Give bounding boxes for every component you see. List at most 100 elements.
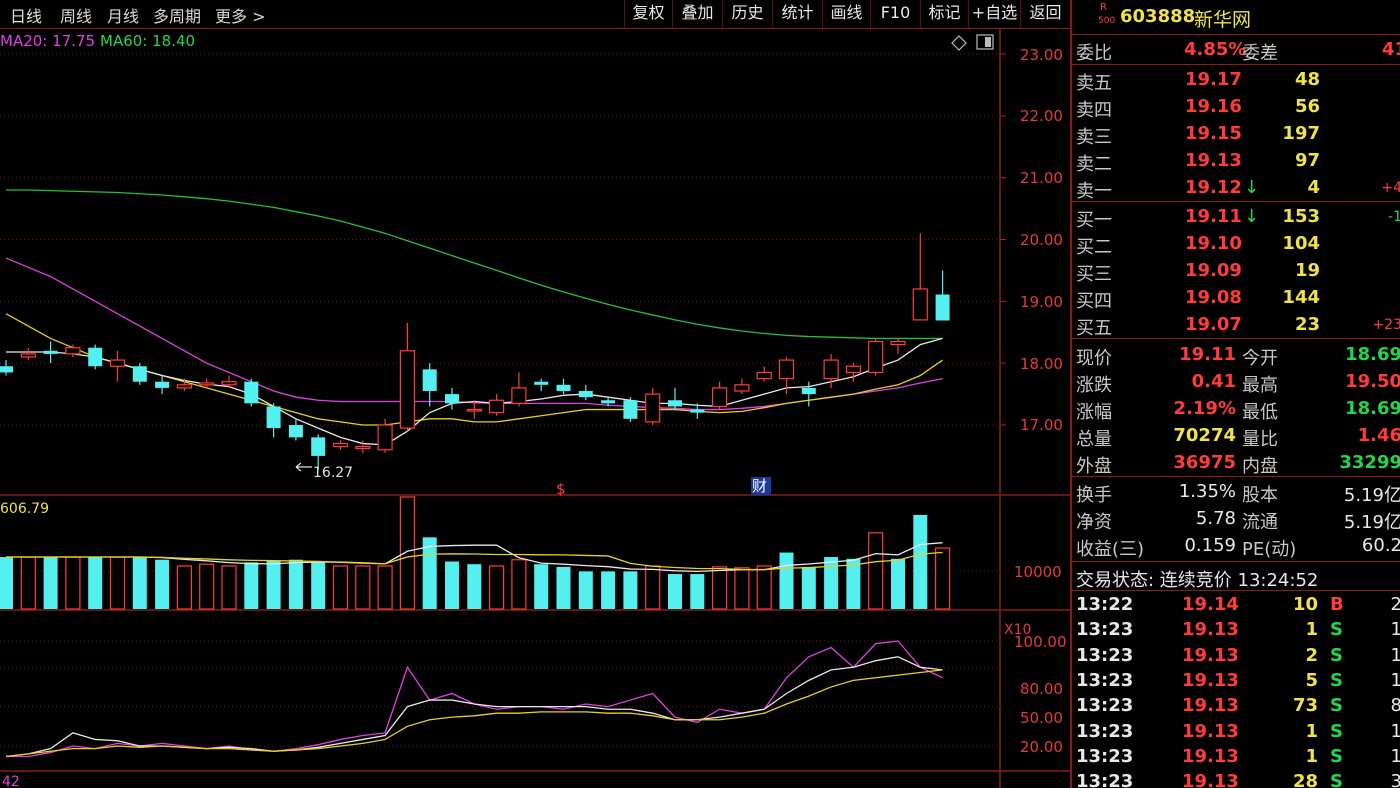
- candles: [0, 233, 950, 471]
- draw-button[interactable]: 画线: [822, 0, 870, 28]
- add-watchlist-button[interactable]: +自选: [968, 0, 1020, 28]
- level-price: 19.13: [1185, 150, 1242, 171]
- stat-value: 18.69: [1345, 344, 1400, 365]
- bid-level-row: 买二 19.10 104: [1072, 231, 1400, 258]
- volume-bar: [801, 566, 816, 609]
- volume-bar: [578, 571, 593, 609]
- tick-volume: 28: [1292, 771, 1318, 788]
- tick-price: 19.13: [1182, 619, 1239, 641]
- volume-bar: [399, 496, 415, 610]
- back-button[interactable]: 返回: [1020, 0, 1070, 28]
- dividend-event-marker[interactable]: $: [556, 480, 566, 498]
- tab-weekly[interactable]: 周线: [60, 3, 92, 27]
- f10-button[interactable]: F10: [870, 0, 920, 28]
- quote-panel: R 500 603888 新华网 委比 4.85% 委差 41 卖五19.174…: [1070, 0, 1400, 788]
- level-label: 卖五: [1076, 73, 1112, 94]
- tick-side: S: [1330, 745, 1343, 767]
- candle-body: [332, 442, 349, 448]
- candle: [868, 338, 884, 376]
- volume-bar: [668, 574, 682, 609]
- stat-label: 现价: [1076, 348, 1112, 369]
- diamond-icon[interactable]: [951, 35, 967, 51]
- candle-body: [890, 340, 906, 346]
- candle: [578, 384, 593, 401]
- candle-body: [155, 381, 170, 388]
- period-toolbar: 日线 周线 月线 多周期 更多 > 复权 叠加 历史 统计 画线 F10 标记 …: [0, 0, 1070, 29]
- candle-body: [445, 394, 459, 404]
- tab-more[interactable]: 更多 >: [215, 3, 266, 27]
- level-price: 19.10: [1185, 233, 1242, 254]
- volume-bar: [711, 566, 728, 610]
- volume-bar: [199, 563, 215, 610]
- level-volume: 153: [1282, 206, 1320, 227]
- volume-bar: [109, 556, 126, 610]
- tick-price: 19.13: [1182, 644, 1239, 666]
- tick-side: B: [1330, 594, 1344, 615]
- stock-header: R 500 603888 新华网: [1072, 2, 1400, 32]
- level-change: +23: [1372, 317, 1400, 333]
- volume-bar: [355, 565, 371, 610]
- level-volume: 23: [1294, 314, 1320, 335]
- candle-body: [43, 350, 58, 354]
- stat-row: 现价 19.11 今开 18.69: [1072, 342, 1400, 369]
- mark-button[interactable]: 标记: [920, 0, 968, 28]
- candle: [288, 418, 303, 441]
- history-button[interactable]: 历史: [722, 0, 772, 28]
- stat-label: 涨幅: [1076, 402, 1112, 423]
- candle-body: [489, 399, 505, 414]
- level-volume: 19: [1294, 260, 1320, 281]
- candle: [645, 387, 661, 425]
- stat-value: 19.50: [1345, 371, 1400, 392]
- candle-body: [399, 350, 415, 429]
- tab-monthly[interactable]: 月线: [107, 3, 139, 27]
- candle: [0, 360, 13, 376]
- finance-event-marker[interactable]: 财: [752, 477, 767, 495]
- level-price: 19.08: [1185, 287, 1242, 308]
- volume-bar: [846, 558, 861, 609]
- level-volume: 104: [1282, 233, 1320, 254]
- weicha-value: 41: [1382, 39, 1400, 60]
- trade-status-row: 交易状态: 连续竞价 13:24:52: [1072, 564, 1400, 591]
- candle-body: [534, 381, 549, 385]
- fundamental-label: 流通: [1242, 512, 1278, 533]
- ask-level-row: 卖四 19.16 56: [1072, 94, 1400, 121]
- tick-count: 1: [1391, 721, 1400, 742]
- level-label: 卖一: [1076, 181, 1112, 202]
- stats-button[interactable]: 统计: [772, 0, 822, 28]
- candle-body: [132, 366, 147, 382]
- level-change: -1: [1388, 209, 1400, 225]
- tab-multi-period[interactable]: 多周期: [153, 3, 201, 27]
- volume-bar: [155, 559, 170, 609]
- level-label: 卖四: [1076, 100, 1112, 121]
- volume-bar: [288, 559, 303, 609]
- volume-bar: [623, 571, 638, 609]
- tab-daily[interactable]: 日线: [10, 3, 42, 27]
- tick-time: 13:23: [1076, 771, 1134, 788]
- volume-bar: [132, 557, 147, 609]
- adjust-button[interactable]: 复权: [624, 0, 672, 28]
- tick-count: 2: [1391, 594, 1400, 615]
- level-price: 19.17: [1185, 69, 1242, 90]
- price-axis-label: 17.00: [1020, 416, 1063, 434]
- volume-bar: [65, 556, 81, 610]
- tick-row: 13:23 19.13 5S 1: [1072, 668, 1400, 694]
- volume-bars: [0, 496, 951, 610]
- kline-chart[interactable]: 23.00 22.00 21.00 20.00 19.00 18.00 17.0…: [0, 28, 1070, 788]
- candle-body: [422, 369, 437, 391]
- down-arrow-icon: ↓: [1244, 177, 1260, 198]
- tick-side: S: [1330, 720, 1343, 742]
- overlay-button[interactable]: 叠加: [672, 0, 722, 28]
- stock-code: 603888: [1120, 6, 1196, 27]
- candle-body: [556, 384, 571, 391]
- candle: [845, 363, 862, 382]
- candle-body: [668, 400, 682, 407]
- tick-time: 13:23: [1076, 745, 1134, 767]
- stat-value: 0.41: [1191, 371, 1236, 392]
- fundamental-row: 收益(三) 0.159 PE(动) 60.2: [1072, 533, 1400, 560]
- tick-price: 19.13: [1182, 771, 1239, 788]
- candle-body: [244, 381, 259, 404]
- candle: [132, 363, 147, 385]
- panel-toggle-icon[interactable]: [976, 34, 994, 50]
- stat-value: 18.69: [1345, 398, 1400, 419]
- volume-bar: [891, 558, 905, 609]
